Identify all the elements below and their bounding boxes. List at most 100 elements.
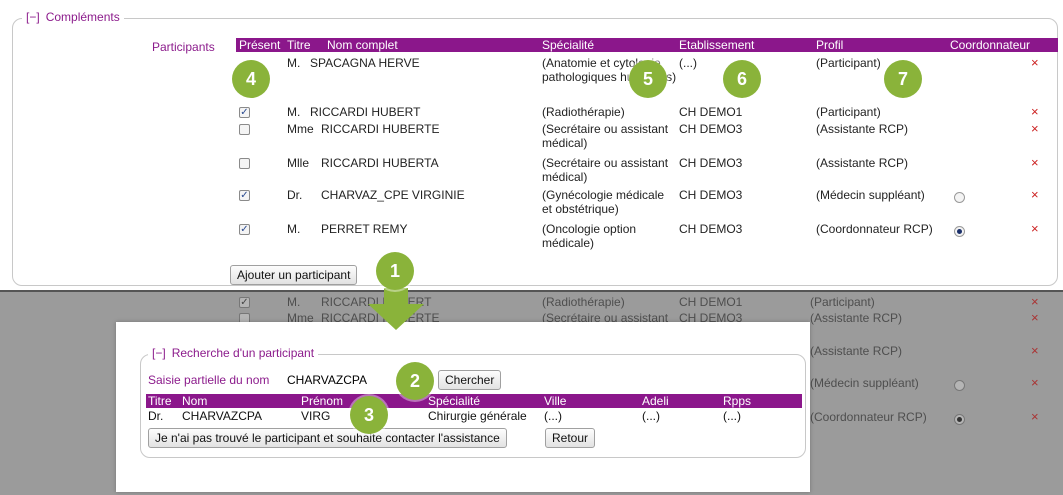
row-etablissement: CH DEMO1	[679, 105, 743, 119]
row-nom: RICCARDI HUBERTE	[321, 122, 440, 136]
row-profil: (Coordonnateur RCP)	[810, 410, 927, 424]
result-titre: Dr.	[148, 409, 164, 423]
row-specialite: (Gynécologie médicale et obstétrique)	[542, 188, 665, 216]
present-checkbox[interactable]	[239, 124, 250, 135]
present-checkbox[interactable]: ✓	[239, 224, 250, 235]
collapse-toggle[interactable]: [−]	[152, 346, 166, 360]
search-legend[interactable]: [−] Recherche d'un participant	[148, 346, 319, 360]
delete-icon[interactable]: ×	[1031, 105, 1039, 118]
coordonnateur-radio[interactable]	[954, 192, 965, 203]
row-profil: (Assistante RCP)	[816, 156, 909, 170]
complements-fieldset	[12, 18, 1058, 286]
col-specialite: Spécialité	[542, 38, 595, 52]
row-profil: (Assistante RCP)	[816, 122, 909, 136]
coordonnateur-radio[interactable]	[954, 226, 965, 237]
complements-legend[interactable]: [−] Compléments	[22, 10, 124, 24]
row-etablissement: CH DEMO3	[679, 122, 743, 136]
col-adeli: Adeli	[642, 394, 669, 408]
step-marker-3: 3	[350, 396, 388, 434]
result-adeli: (...)	[642, 409, 660, 423]
delete-icon: ×	[1031, 375, 1039, 390]
delete-icon[interactable]: ×	[1031, 56, 1039, 69]
search-button[interactable]: Chercher	[438, 370, 502, 390]
delete-icon: ×	[1031, 294, 1039, 309]
result-nom: CHARVAZCPA	[182, 409, 263, 423]
col-titre: Titre	[148, 394, 172, 408]
row-nom: RICCARDI HUBERTA	[321, 156, 439, 170]
delete-icon[interactable]: ×	[1031, 188, 1039, 201]
row-titre: Mme	[287, 122, 314, 136]
add-participant-button[interactable]: Ajouter un participant	[230, 265, 358, 285]
col-titre: Titre	[287, 38, 311, 52]
result-row[interactable]: Dr. CHARVAZCPA VIRG Chirurgie générale (…	[146, 409, 802, 423]
collapse-toggle[interactable]: [−]	[26, 10, 40, 24]
complements-panel: [−] Compléments Participants Présent Titr…	[0, 0, 1063, 290]
results-table-header: Titre Nom Prénom Spécialité Ville Adeli …	[146, 394, 802, 408]
row-titre: Dr.	[287, 188, 303, 202]
row-specialite: (Secrétaire ou assistant médical)	[542, 156, 669, 184]
col-nom: Nom	[182, 394, 208, 408]
search-dialog: [−] Recherche d'un participant Saisie par…	[116, 322, 810, 492]
step-marker-6: 6	[723, 60, 761, 98]
col-etablissement: Etablissement	[679, 38, 755, 52]
delete-icon[interactable]: ×	[1031, 122, 1039, 135]
col-profil: Profil	[816, 38, 844, 52]
row-nom: RICCARDI HUBERT	[310, 105, 421, 119]
delete-icon: ×	[1031, 310, 1039, 325]
step-marker-2: 2	[396, 362, 434, 400]
row-nom: CHARVAZ_CPE VIRGINIE	[321, 188, 465, 202]
step-marker-1: 1	[376, 252, 414, 290]
result-rpps: (...)	[723, 409, 741, 423]
row-titre: M.	[287, 56, 301, 70]
present-checkbox[interactable]: ✓	[239, 107, 250, 118]
row-profil: (Assistante RCP)	[810, 344, 903, 358]
delete-icon: ×	[1031, 343, 1039, 358]
row-profil: (Participant)	[816, 56, 881, 70]
col-nom: Nom complet	[327, 38, 398, 52]
row-etablissement: CH DEMO3	[679, 156, 743, 170]
row-profil: (Médecin suppléant)	[810, 376, 919, 390]
present-checkbox[interactable]: ✓	[239, 190, 250, 201]
row-profil: (Assistante RCP)	[810, 311, 903, 325]
col-present: Présent	[239, 38, 281, 52]
col-prenom: Prénom	[301, 394, 344, 408]
result-specialite: Chirurgie générale	[428, 409, 527, 423]
delete-icon[interactable]: ×	[1031, 222, 1039, 235]
row-nom: PERRET REMY	[321, 222, 408, 236]
delete-icon: ×	[1031, 409, 1039, 424]
row-specialite: (Radiothérapie)	[542, 105, 625, 119]
present-checkbox: ✓	[239, 297, 250, 308]
participants-table-header: Présent Titre Nom complet Spécialité Eta…	[236, 38, 1058, 52]
row-etablissement: CH DEMO3	[679, 188, 743, 202]
row-profil: (Coordonnateur RCP)	[816, 222, 933, 236]
row-etablissement: (...)	[679, 56, 697, 70]
row-titre: M.	[287, 222, 301, 236]
col-coordonnateur: Coordonnateur	[950, 38, 1031, 52]
step-marker-4: 4	[232, 60, 270, 98]
col-rpps: Rpps	[723, 394, 752, 408]
participants-label: Participants	[152, 40, 215, 54]
row-nom: SPACAGNA HERVE	[310, 56, 420, 70]
result-prenom: VIRG	[301, 409, 331, 423]
coordonnateur-radio	[954, 414, 965, 425]
complements-title: Compléments	[45, 10, 120, 24]
row-specialite: (Radiothérapie)	[542, 295, 625, 309]
contact-support-button[interactable]: Je n'ai pas trouvé le participant et sou…	[148, 428, 507, 448]
arrow-down-icon	[368, 288, 424, 330]
col-specialite: Spécialité	[428, 394, 481, 408]
back-button[interactable]: Retour	[545, 428, 596, 448]
row-specialite: (Secrétaire ou assistant médical)	[542, 122, 669, 150]
row-titre: M.	[287, 105, 301, 119]
present-checkbox[interactable]	[239, 158, 250, 169]
row-titre: Mlle	[287, 156, 310, 170]
step-marker-7: 7	[884, 60, 922, 98]
search-title: Recherche d'un participant	[171, 346, 315, 360]
delete-icon[interactable]: ×	[1031, 156, 1039, 169]
search-input[interactable]	[284, 370, 392, 390]
row-titre: M.	[287, 295, 301, 309]
result-ville: (...)	[544, 409, 562, 423]
search-label: Saisie partielle du nom	[148, 373, 270, 387]
coordonnateur-radio	[954, 380, 965, 391]
row-specialite: (Oncologie option médicale)	[542, 222, 637, 250]
row-etablissement: CH DEMO3	[679, 222, 743, 236]
